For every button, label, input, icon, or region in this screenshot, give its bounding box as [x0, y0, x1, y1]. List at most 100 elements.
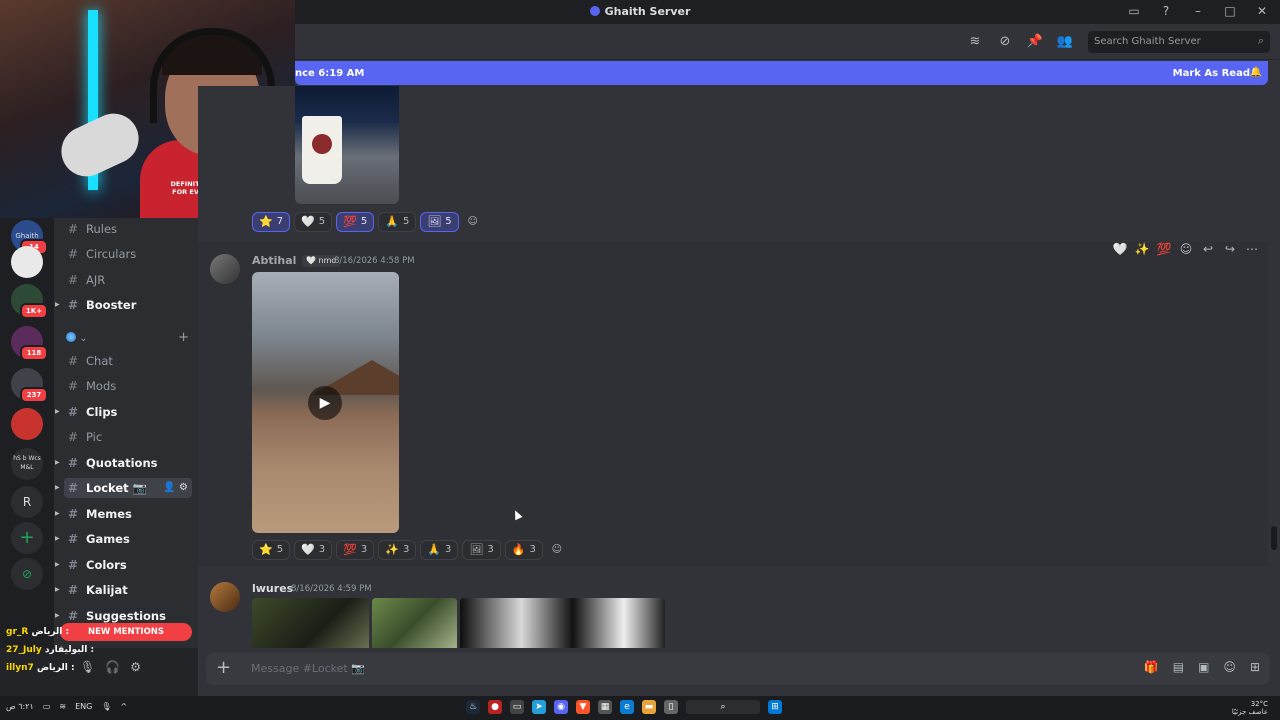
reaction-100[interactable]: 💯 5 [336, 212, 375, 232]
tray-chevron-icon[interactable]: ^ [120, 702, 127, 711]
reaction-custom[interactable]: 🖼 3 [462, 540, 501, 560]
scrollbar[interactable] [1271, 526, 1277, 550]
image-attachment[interactable] [460, 598, 665, 648]
message-composer[interactable]: + Message #Locket 📷 🎁 ▤ ▣ ☺ ⊞ [206, 653, 1270, 685]
add-reaction-icon[interactable]: ☺ [463, 212, 483, 232]
apps-icon[interactable]: ⊞ [1250, 660, 1260, 674]
pin-icon[interactable]: 📌 [1026, 33, 1044, 51]
brave-icon[interactable]: ▼ [576, 700, 590, 714]
avatar[interactable] [210, 582, 240, 612]
unread-banner[interactable]: nce 6:19 AM Mark As Read 🔔 [295, 61, 1268, 85]
create-channel-icon[interactable]: + [178, 330, 189, 345]
channel-memes[interactable]: ▶ # Memes [55, 504, 192, 524]
start-icon[interactable]: ⊞ [768, 700, 782, 714]
reaction-sparkles[interactable]: ✨ 3 [378, 540, 417, 560]
quick-react-100-icon[interactable]: 💯 [1156, 242, 1172, 256]
channel-locket[interactable]: ▶ # Locket 📷 👤 ⚙ [55, 478, 192, 498]
threads-icon[interactable]: ≋ [966, 33, 984, 51]
microphone-icon[interactable]: 🎙 [80, 660, 95, 674]
headphones-icon[interactable]: 🎧 [105, 660, 120, 674]
add-server-icon[interactable]: + [11, 522, 43, 554]
message-author[interactable]: lwures [252, 582, 293, 595]
channel-pic[interactable]: # Pic [64, 427, 192, 447]
weather-widget[interactable]: 32°C عاصف جزئيًا [1232, 700, 1268, 716]
minimize-icon[interactable]: – [1190, 3, 1206, 19]
server-icon[interactable] [11, 408, 43, 440]
reaction-100[interactable]: 💯 3 [336, 540, 375, 560]
channel-colors[interactable]: ▶ # Colors [55, 555, 192, 575]
taskbar-search[interactable]: ⌕ [686, 700, 760, 714]
channel-kalijat[interactable]: ▶ # Kalijat [55, 580, 192, 600]
maximize-icon[interactable]: □ [1222, 3, 1238, 19]
app-icon[interactable]: ▦ [598, 700, 612, 714]
message-author[interactable]: Abtihal [252, 254, 296, 267]
quick-react-heart-icon[interactable]: 🤍 [1112, 242, 1128, 256]
mic-tray-icon[interactable]: 🎙 [101, 702, 111, 711]
telegram-icon[interactable]: ➤ [532, 700, 546, 714]
image-attachment[interactable] [372, 598, 457, 648]
server-folder[interactable]: hS b Wcs M&L [11, 448, 43, 480]
server-icon[interactable] [11, 246, 43, 278]
channel-clips[interactable]: ▶ # Clips [55, 402, 192, 422]
video-attachment[interactable]: ▶ [252, 272, 399, 533]
add-reaction-icon[interactable]: ☺ [547, 540, 567, 560]
edge-icon[interactable]: e [620, 700, 634, 714]
channel-rules[interactable]: # Rules [64, 219, 192, 239]
server-icon-r[interactable]: R [11, 486, 43, 518]
wifi-icon[interactable]: ≋ [59, 702, 66, 711]
image-attachment[interactable] [295, 86, 399, 204]
settings-icon[interactable]: ⚙ [179, 482, 188, 493]
forward-icon[interactable]: ↪ [1222, 242, 1238, 256]
channel-quotations[interactable]: ▶ # Quotations [55, 453, 192, 473]
reaction-custom[interactable]: 🖼 5 [420, 212, 459, 232]
reply-icon[interactable]: ↩ [1200, 242, 1216, 256]
reaction-heart[interactable]: 🤍 5 [294, 212, 333, 232]
message-input[interactable]: Message #Locket 📷 [251, 662, 365, 675]
channel-chat[interactable]: # Chat [64, 351, 192, 371]
app-icon[interactable]: ● [488, 700, 502, 714]
attach-icon[interactable]: + [216, 658, 231, 678]
app-icon[interactable]: ▯ [664, 700, 678, 714]
steam-icon[interactable]: ♨ [466, 700, 480, 714]
emoji-icon[interactable]: ☺ [1223, 660, 1236, 674]
reaction-pray[interactable]: 🙏 3 [420, 540, 459, 560]
search-input[interactable]: Search Ghaith Server ⌕ [1088, 31, 1270, 53]
reaction-fire[interactable]: 🔥 3 [504, 540, 543, 560]
inbox-icon[interactable]: ▭ [1126, 3, 1142, 19]
gif-icon[interactable]: ▤ [1173, 660, 1184, 674]
channel-category[interactable]: ⌄ + [66, 330, 191, 346]
avatar[interactable] [210, 254, 240, 284]
mark-as-read-button[interactable]: Mark As Read [1173, 68, 1250, 79]
terminal-icon[interactable]: ▭ [510, 700, 524, 714]
play-icon[interactable]: ▶ [308, 386, 342, 420]
sticker-icon[interactable]: ▣ [1198, 660, 1209, 674]
invite-icon[interactable]: 👤 [163, 482, 175, 493]
server-icon[interactable]: 118 [11, 326, 48, 361]
close-icon[interactable]: ✕ [1254, 3, 1270, 19]
server-icon[interactable]: 237 [11, 368, 48, 403]
add-reaction-icon[interactable]: ☺ [1178, 242, 1194, 256]
notifications-muted-icon[interactable]: ⊘ [996, 33, 1014, 51]
new-mentions-button[interactable]: NEW MENTIONS [60, 623, 192, 641]
server-icon[interactable]: 1K+ [11, 284, 48, 319]
channel-ajr[interactable]: # AJR [64, 270, 192, 290]
channel-mods[interactable]: # Mods [64, 376, 192, 396]
discord-icon[interactable]: ◉ [554, 700, 568, 714]
gift-icon[interactable]: 🎁 [1144, 660, 1159, 674]
image-attachment[interactable] [252, 598, 369, 648]
reaction-pray[interactable]: 🙏 5 [378, 212, 417, 232]
user-settings-icon[interactable]: ⚙ [130, 660, 141, 674]
language-indicator[interactable]: ENG [75, 702, 92, 711]
members-icon[interactable]: 👥 [1056, 33, 1074, 51]
quick-react-sparkles-icon[interactable]: ✨ [1134, 242, 1150, 256]
more-icon[interactable]: ⋯ [1244, 242, 1260, 256]
channel-booster[interactable]: ▶ # Booster [55, 295, 192, 315]
channel-games[interactable]: ▶ # Games [55, 529, 192, 549]
discover-icon[interactable]: ⊘ [11, 558, 43, 590]
reaction-star[interactable]: ⭐ 7 [252, 212, 291, 232]
channel-circulars[interactable]: # Circulars [64, 244, 192, 264]
help-icon[interactable]: ? [1158, 3, 1174, 19]
file-explorer-icon[interactable]: ▬ [642, 700, 656, 714]
reaction-star[interactable]: ⭐ 5 [252, 540, 291, 560]
notification-icon[interactable]: ▭ [43, 702, 51, 711]
